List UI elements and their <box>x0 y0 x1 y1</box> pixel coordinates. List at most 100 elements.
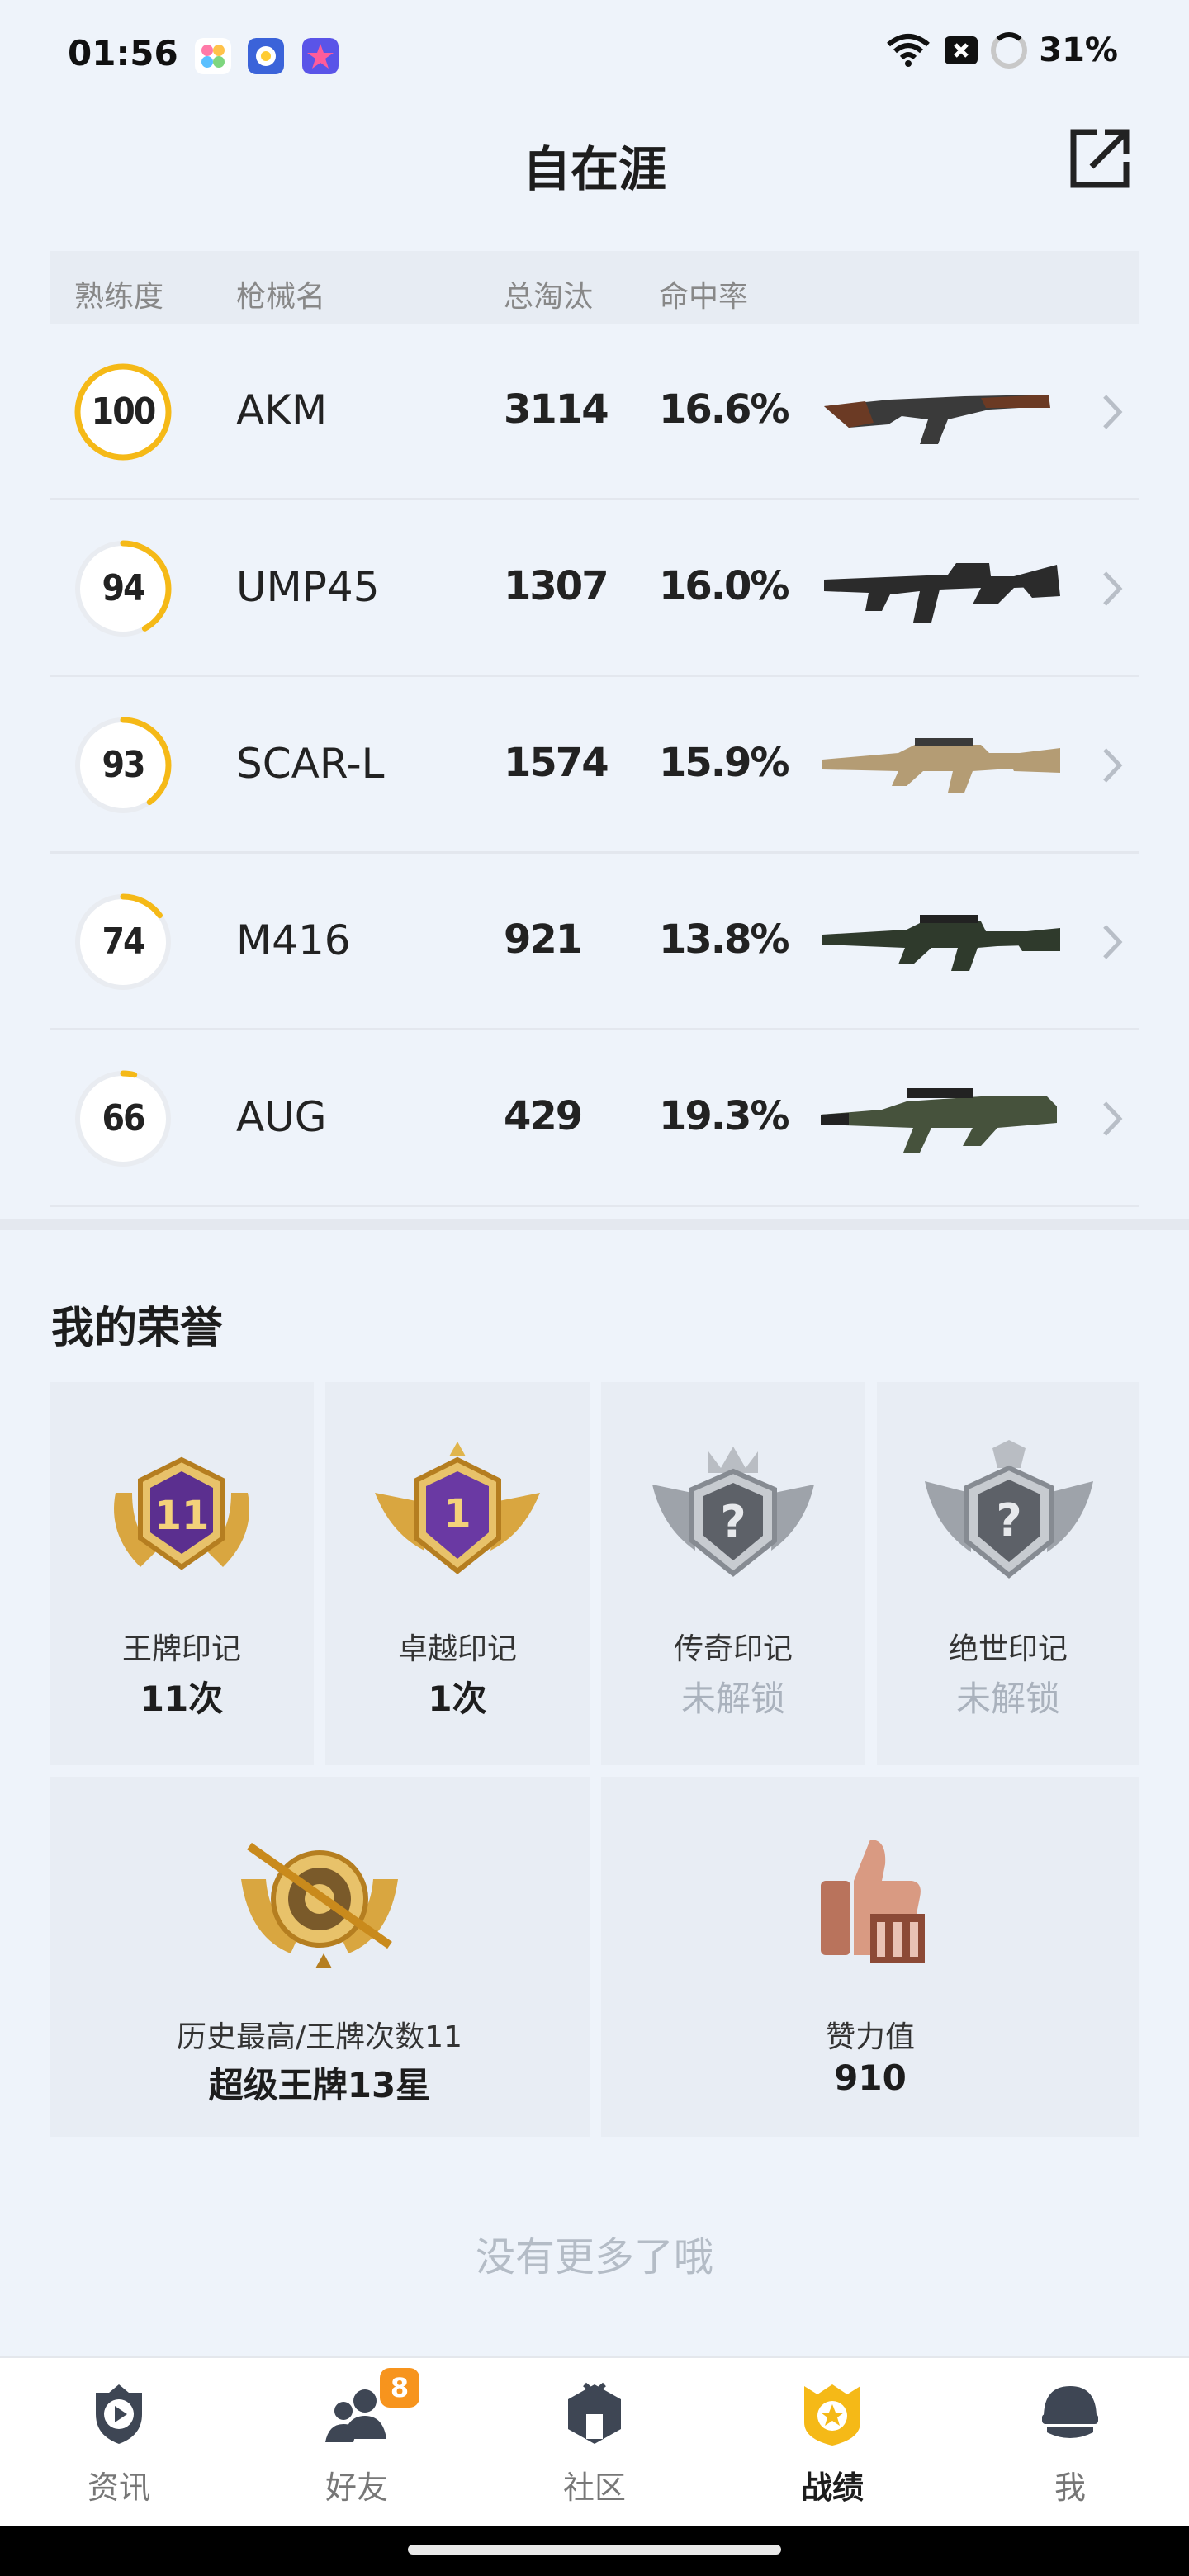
nav-label: 好友 <box>324 2469 388 2506</box>
honor-label: 传奇印记 <box>673 1632 793 1666</box>
home-indicator[interactable] <box>408 2545 781 2555</box>
community-icon <box>568 2382 621 2444</box>
nav-item-community[interactable]: 社区 <box>476 2358 713 2528</box>
proficiency-value: 66 <box>102 1097 145 1139</box>
honor-label: 王牌印记 <box>121 1632 241 1666</box>
highest-rank-card[interactable]: 历史最高/王牌次数11 超级王牌13星 <box>50 1777 590 2137</box>
no-more-text: 没有更多了哦 <box>475 2234 713 2280</box>
weapon-row[interactable]: 74 M416 921 13.8% <box>50 854 1139 1030</box>
ace-badge-number: 11 <box>154 1493 210 1539</box>
highest-rank-value: 超级王牌13星 <box>208 2065 431 2105</box>
ace-mark-badge-icon: 11 <box>114 1456 249 1570</box>
weapon-image <box>824 395 1050 444</box>
peerless-mark-locked-icon: ? <box>925 1440 1093 1579</box>
weapon-accuracy: 15.9% <box>659 740 790 786</box>
legend-mark-locked-icon: ? <box>652 1447 814 1577</box>
weapon-name: UMP45 <box>236 563 380 611</box>
app-notification-icon <box>195 38 231 74</box>
wifi-icon <box>887 34 931 67</box>
chevron-right-icon <box>1103 571 1123 606</box>
proficiency-value: 93 <box>102 744 145 786</box>
section-divider <box>0 1219 1189 1230</box>
weapon-kills: 1574 <box>504 740 609 786</box>
status-bar: 01:56 31% <box>0 0 1189 107</box>
weapon-table-header: 熟练度 枪械名 总淘汰 命中率 <box>50 251 1139 324</box>
nav-item-news[interactable]: 资讯 <box>0 2358 238 2528</box>
honor-value: 1次 <box>428 1679 487 1719</box>
weapon-accuracy: 16.0% <box>659 563 790 609</box>
news-icon <box>96 2384 142 2444</box>
sim-off-icon <box>945 36 978 64</box>
status-right: 31% <box>885 31 1118 69</box>
nav-item-profile[interactable]: 我 <box>951 2358 1189 2528</box>
proficiency-value: 94 <box>102 567 145 609</box>
legend-badge-question: ? <box>720 1496 746 1548</box>
nav-item-record[interactable]: 战绩 <box>713 2358 951 2528</box>
star-app-notification-icon <box>302 38 339 74</box>
record-icon <box>804 2384 860 2446</box>
nav-item-friends[interactable]: 8 好友 <box>238 2358 476 2528</box>
column-accuracy: 命中率 <box>659 280 749 314</box>
honor-card-excellence[interactable]: 1 卓越印记 1次 <box>325 1382 590 1765</box>
honor-value: 未解锁 <box>955 1679 1060 1719</box>
column-total-kills: 总淘汰 <box>504 280 594 314</box>
weapon-name: M416 <box>236 916 351 964</box>
excellence-mark-badge-icon: 1 <box>375 1442 540 1574</box>
page-title: 自在涯 <box>522 141 666 197</box>
chevron-right-icon <box>1103 1101 1123 1136</box>
honor-value: 11次 <box>140 1679 224 1719</box>
nav-label: 资讯 <box>87 2469 150 2506</box>
column-proficiency: 熟练度 <box>74 280 164 314</box>
likes-card[interactable]: 赞力值 910 <box>601 1777 1139 2137</box>
proficiency-value: 74 <box>102 921 145 963</box>
nav-label: 战绩 <box>800 2469 864 2506</box>
chevron-right-icon <box>1103 925 1123 959</box>
honors-title: 我的荣誉 <box>51 1304 224 1353</box>
likes-label: 赞力值 <box>825 2020 915 2054</box>
peerless-badge-question: ? <box>996 1494 1021 1546</box>
weapon-image <box>822 738 1060 793</box>
weapon-row[interactable]: 94 UMP45 1307 16.0% <box>50 500 1139 677</box>
weapon-row[interactable]: 66 AUG 429 19.3% <box>50 1030 1139 1207</box>
gesture-bar <box>0 2526 1189 2576</box>
chevron-right-icon <box>1103 748 1123 783</box>
weapon-accuracy: 13.8% <box>659 916 790 963</box>
nav-label: 社区 <box>562 2469 626 2506</box>
honor-label: 卓越印记 <box>397 1632 517 1666</box>
weapon-image <box>821 1088 1057 1153</box>
weapon-name: AUG <box>236 1093 327 1141</box>
weapon-image <box>824 563 1060 623</box>
weapon-kills: 1307 <box>504 563 609 609</box>
weapon-accuracy: 16.6% <box>659 386 790 433</box>
honor-card-legend[interactable]: ? 传奇印记 未解锁 <box>601 1382 865 1765</box>
weapon-kills: 3114 <box>504 386 609 433</box>
weapon-row[interactable]: 93 SCAR-L 1574 15.9% <box>50 677 1139 854</box>
weapon-image <box>822 915 1060 971</box>
honor-card-ace[interactable]: 11 王牌印记 11次 <box>50 1382 314 1765</box>
share-icon[interactable] <box>1067 125 1133 192</box>
status-time: 01:56 <box>68 33 178 73</box>
excellence-badge-number: 1 <box>443 1491 471 1537</box>
honor-card-peerless[interactable]: ? 绝世印记 未解锁 <box>877 1382 1139 1765</box>
weapon-accuracy: 19.3% <box>659 1093 790 1139</box>
super-ace-badge-icon <box>241 1842 398 1968</box>
highest-rank-label: 历史最高/王牌次数11 <box>177 2020 462 2054</box>
chevron-right-icon <box>1103 395 1123 429</box>
honor-label: 绝世印记 <box>948 1632 1068 1666</box>
profile-icon <box>1042 2386 1098 2438</box>
column-weapon-name: 枪械名 <box>236 280 326 314</box>
nav-label: 我 <box>1054 2469 1086 2506</box>
weapon-kills: 921 <box>504 916 583 963</box>
honor-value: 未解锁 <box>680 1679 785 1719</box>
battery-icon <box>991 32 1028 69</box>
likes-value: 910 <box>834 2057 907 2098</box>
proficiency-value: 100 <box>91 391 157 433</box>
battery-level: 31% <box>1039 31 1118 69</box>
game-notification-icon <box>248 38 284 74</box>
weapon-row[interactable]: 100 AKM 3114 16.6% <box>50 324 1139 500</box>
weapon-name: SCAR-L <box>236 740 385 788</box>
weapon-kills: 429 <box>504 1093 583 1139</box>
bottom-nav: 资讯 8 好友 社区 战绩 我 <box>0 2356 1189 2526</box>
friends-count-badge: 8 <box>380 2368 419 2408</box>
thumbs-up-icon <box>821 1840 925 1963</box>
